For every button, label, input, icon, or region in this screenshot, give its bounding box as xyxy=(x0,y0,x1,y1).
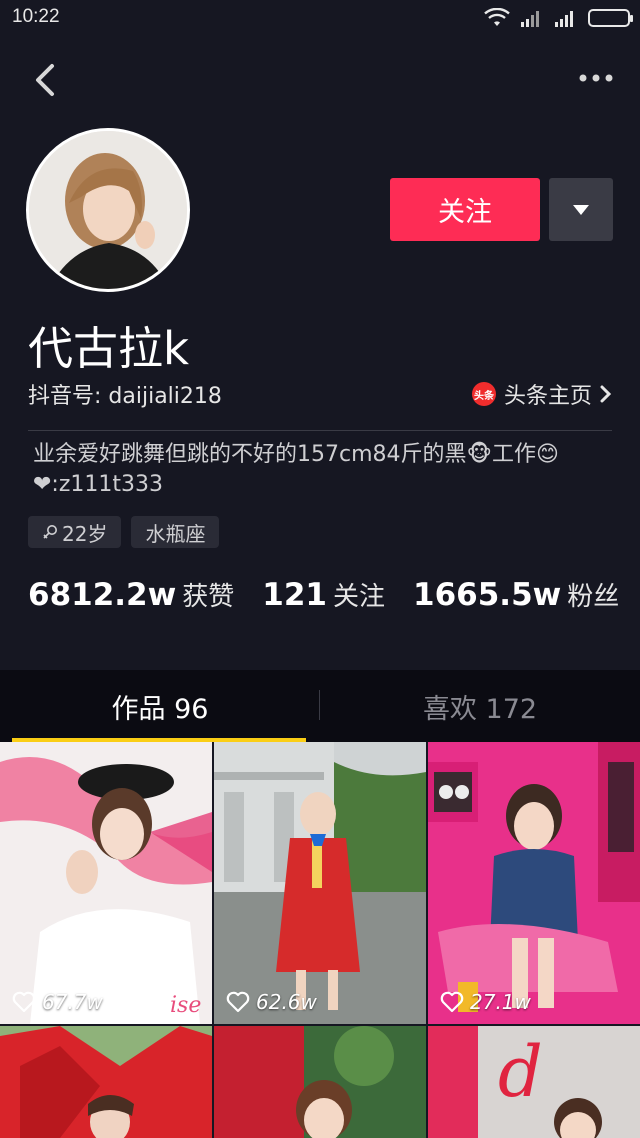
video-thumbnail[interactable] xyxy=(214,1026,426,1138)
video-thumbnail-image xyxy=(428,742,640,1024)
profile-tags: 22岁 水瓶座 xyxy=(28,516,220,548)
content-tabs: 作品 96 喜欢 172 xyxy=(0,670,640,742)
bio-line-2: ❤:z111t333 xyxy=(33,472,164,497)
back-arrow-icon[interactable] xyxy=(30,60,62,100)
divider xyxy=(28,430,612,431)
video-likes-count: 62.6w xyxy=(256,990,317,1014)
video-thumbnail-image: d xyxy=(428,1026,640,1138)
likes-label: 获赞 xyxy=(182,582,235,612)
zodiac-tag: 水瓶座 xyxy=(131,516,220,548)
video-likes: 27.1w xyxy=(440,990,531,1014)
video-likes-count: 67.7w xyxy=(42,990,103,1014)
svg-text:d: d xyxy=(498,1031,543,1113)
bio-line-1: 业余爱好跳舞但跳的不好的157cm84斤的黑🐵工作😊 xyxy=(33,442,559,467)
recommend-dropdown-button[interactable] xyxy=(549,178,613,241)
video-grid: ise 67.7w 62.6w 27.1w d xyxy=(0,742,640,1138)
age-label: 22岁 xyxy=(62,521,108,546)
more-options-icon[interactable] xyxy=(578,68,614,88)
toutiao-label: 头条主页 xyxy=(503,384,592,409)
fans-count: 1665.5w xyxy=(413,577,562,613)
video-thumbnail[interactable]: 27.1w xyxy=(428,742,640,1024)
video-thumbnail-image xyxy=(0,1026,212,1138)
video-likes-count: 27.1w xyxy=(470,990,531,1014)
likes-count: 6812.2w xyxy=(28,577,177,613)
heart-icon xyxy=(440,991,464,1013)
status-bar: 10:22 xyxy=(0,0,640,36)
wifi-icon xyxy=(484,8,510,26)
avatar-image xyxy=(29,131,187,289)
status-icons xyxy=(484,8,633,28)
tab-separator xyxy=(319,690,320,720)
age-tag: 22岁 xyxy=(28,516,122,548)
following-stat[interactable]: 121 关注 xyxy=(262,576,385,613)
video-thumbnail-image: ise xyxy=(0,742,212,1024)
follow-button[interactable]: 关注 xyxy=(390,178,540,241)
chevron-right-icon xyxy=(600,385,612,403)
profile-stats: 6812.2w 获赞 121 关注 1665.5w 粉丝 xyxy=(28,576,619,613)
svg-text:ise: ise xyxy=(170,993,201,1018)
video-thumbnail[interactable]: d xyxy=(428,1026,640,1138)
profile-name: 代古拉k xyxy=(28,322,190,375)
tab-liked[interactable]: 喜欢 172 xyxy=(320,670,640,742)
caret-down-icon xyxy=(573,204,589,215)
signal-icon-2 xyxy=(555,11,573,27)
female-icon xyxy=(43,525,57,539)
following-label: 关注 xyxy=(333,582,386,612)
bio: 业余爱好跳舞但跳的不好的157cm84斤的黑🐵工作😊 ❤:z111t333 xyxy=(33,440,623,500)
fans-stat[interactable]: 1665.5w 粉丝 xyxy=(413,576,619,613)
heart-icon xyxy=(12,991,36,1013)
signal-icon xyxy=(521,11,539,27)
status-time: 10:22 xyxy=(12,6,60,27)
video-thumbnail-image xyxy=(214,742,426,1024)
video-thumbnail[interactable]: 62.6w xyxy=(214,742,426,1024)
following-count: 121 xyxy=(262,577,327,613)
video-likes: 62.6w xyxy=(226,990,317,1014)
toutiao-homepage-link[interactable]: 头条 头条主页 xyxy=(471,378,612,410)
likes-stat[interactable]: 6812.2w 获赞 xyxy=(28,576,234,613)
video-thumbnail-image xyxy=(214,1026,426,1138)
heart-icon xyxy=(226,991,250,1013)
douyin-id: 抖音号: daijiali218 xyxy=(28,384,222,409)
video-thumbnail[interactable] xyxy=(0,1026,212,1138)
toutiao-logo-icon: 头条 xyxy=(471,382,496,406)
avatar[interactable] xyxy=(26,128,190,292)
fans-label: 粉丝 xyxy=(567,582,620,612)
video-likes: 67.7w xyxy=(12,990,103,1014)
battery-icon xyxy=(588,9,633,27)
video-thumbnail[interactable]: ise 67.7w xyxy=(0,742,212,1024)
tab-works[interactable]: 作品 96 xyxy=(0,670,320,742)
zodiac-label: 水瓶座 xyxy=(145,521,206,546)
